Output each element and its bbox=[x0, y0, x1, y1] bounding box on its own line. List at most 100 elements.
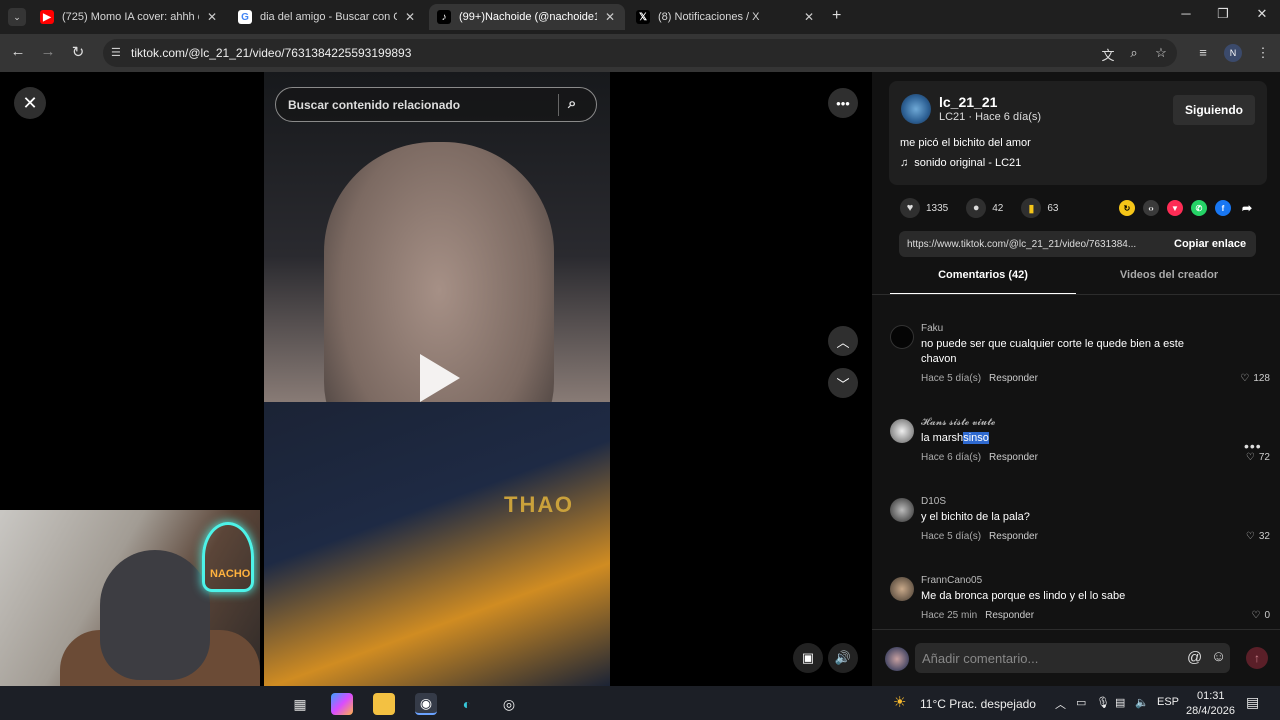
back-icon[interactable]: ← bbox=[8, 43, 28, 60]
notifications-icon[interactable]: ▤ bbox=[1246, 694, 1259, 711]
browser-menu-icon[interactable]: ⋮ bbox=[1254, 45, 1272, 61]
related-search-input[interactable]: Buscar contenido relacionado ⌕ bbox=[275, 87, 597, 122]
browser-tab-tiktok[interactable]: ♪ (99+)Nachoide (@nachoide1) | ✕ bbox=[429, 4, 625, 30]
mention-icon[interactable]: @ bbox=[1187, 649, 1202, 666]
browser-tab-x[interactable]: 𝕏 (8) Notificaciones / X ✕ bbox=[628, 4, 824, 30]
following-button[interactable]: Siguiendo bbox=[1173, 95, 1255, 125]
reply-button[interactable]: Responder bbox=[989, 452, 1038, 463]
network-icon[interactable]: ▤ bbox=[1115, 696, 1125, 709]
creator-username[interactable]: lc_21_21 bbox=[939, 94, 997, 110]
reload-icon[interactable]: ↻ bbox=[68, 43, 88, 61]
media-control-icon[interactable]: ≡ bbox=[1194, 45, 1212, 60]
tab-title: (8) Notificaciones / X bbox=[658, 11, 760, 23]
chrome-icon[interactable]: ◉ bbox=[415, 693, 437, 715]
comment-username[interactable]: D10S bbox=[921, 496, 946, 507]
comment-meta: Hace 6 día(s) Responder bbox=[921, 452, 1038, 463]
file-explorer-icon[interactable] bbox=[373, 693, 395, 715]
comment-input[interactable]: Añadir comentario... @ ☺ bbox=[915, 643, 1230, 673]
comment-avatar[interactable] bbox=[890, 498, 914, 522]
comment-username[interactable]: 𝓗𝓪𝓷𝓼 𝓼𝓲𝓼𝓽𝓮 𝓿𝓲𝓾𝓽𝓮 bbox=[921, 417, 995, 428]
emoji-icon[interactable]: ☺ bbox=[1211, 648, 1226, 665]
bookmark-star-icon[interactable]: ☆ bbox=[1152, 45, 1170, 61]
comment-avatar[interactable] bbox=[890, 577, 914, 601]
close-window-icon[interactable]: ✕ bbox=[1247, 6, 1277, 22]
site-info-icon[interactable]: ☰ bbox=[111, 46, 121, 59]
like-heart-icon[interactable]: ♥ bbox=[900, 198, 920, 218]
my-avatar bbox=[885, 647, 909, 671]
clock-date[interactable]: 28/4/2026 bbox=[1186, 705, 1235, 717]
tab-search-dropdown-button[interactable]: ⌄ bbox=[8, 8, 26, 26]
send-comment-icon[interactable]: ↑ bbox=[1246, 647, 1268, 669]
search-icon[interactable]: ⌕ bbox=[568, 95, 576, 112]
facebook-icon[interactable]: f bbox=[1215, 200, 1231, 216]
translate-icon[interactable]: 文 bbox=[1099, 45, 1117, 64]
edge-icon[interactable]: ◐ bbox=[456, 693, 478, 715]
speaker-icon[interactable]: 🔈 bbox=[1135, 696, 1149, 709]
divider bbox=[872, 294, 1280, 295]
comment-time: Hace 25 min bbox=[921, 610, 978, 621]
share-arrow-icon[interactable]: ➦ bbox=[1239, 200, 1255, 216]
comment-username[interactable]: Faku bbox=[921, 323, 943, 334]
send-to-friend-icon[interactable]: ▼ bbox=[1167, 200, 1183, 216]
repost-icon[interactable]: ↻ bbox=[1119, 200, 1135, 216]
floating-player-icon[interactable]: ▣ bbox=[793, 643, 823, 673]
comment-like[interactable]: ♡ 0 bbox=[1251, 610, 1270, 621]
new-tab-button[interactable]: + bbox=[832, 7, 841, 25]
sound-link[interactable]: ♫ sonido original - LC21 bbox=[900, 157, 1021, 169]
tab-comments[interactable]: Comentarios (42) bbox=[890, 269, 1076, 281]
copy-link-button[interactable]: Copiar enlace bbox=[1174, 238, 1246, 250]
comment-text: la marshsinso bbox=[921, 431, 1211, 446]
bookmark-icon[interactable]: ▮ bbox=[1021, 198, 1042, 218]
maximize-icon[interactable]: ❐ bbox=[1208, 6, 1238, 22]
close-tab-icon[interactable]: ✕ bbox=[205, 10, 219, 24]
comment-input-placeholder: Añadir comentario... bbox=[922, 650, 1039, 666]
comment-like[interactable]: ♡ 128 bbox=[1240, 373, 1270, 384]
next-video-icon[interactable]: ﹀ bbox=[828, 368, 858, 398]
close-video-icon[interactable]: ✕ bbox=[14, 87, 46, 119]
weather-icon[interactable]: ☀ bbox=[893, 693, 906, 711]
profile-avatar[interactable]: N bbox=[1224, 44, 1242, 62]
comment-username[interactable]: FrannCano05 bbox=[921, 575, 982, 586]
google-icon: G bbox=[238, 10, 252, 24]
copilot-icon[interactable] bbox=[331, 693, 353, 715]
share-link-url[interactable]: https://www.tiktok.com/@lc_21_21/video/7… bbox=[907, 239, 1161, 250]
creator-avatar[interactable] bbox=[901, 94, 931, 124]
tab-creator-videos[interactable]: Videos del creador bbox=[1076, 269, 1262, 281]
comment-bubble-icon[interactable]: ● bbox=[966, 198, 987, 218]
comment-like[interactable]: ♡ 32 bbox=[1246, 531, 1270, 542]
close-tab-icon[interactable]: ✕ bbox=[403, 10, 417, 24]
whatsapp-icon[interactable]: ✆ bbox=[1191, 200, 1207, 216]
more-options-icon[interactable]: ••• bbox=[828, 88, 858, 118]
reply-button[interactable]: Responder bbox=[985, 610, 1034, 621]
address-bar[interactable]: ☰ tiktok.com/@lc_21_21/video/76313842255… bbox=[103, 39, 1177, 67]
play-icon[interactable] bbox=[420, 354, 460, 402]
tray-app-icon[interactable]: ▭ bbox=[1076, 696, 1086, 709]
task-view-icon[interactable]: ▦ bbox=[289, 693, 311, 715]
obs-icon[interactable]: ◎ bbox=[498, 693, 520, 715]
weather-text[interactable]: 11°C Prac. despejado bbox=[920, 697, 1036, 711]
comment-avatar[interactable] bbox=[890, 419, 914, 443]
neon-light-icon bbox=[202, 522, 254, 592]
reply-button[interactable]: Responder bbox=[989, 531, 1038, 542]
browser-tab-youtube[interactable]: ▶ (725) Momo IA cover: ahhh de ✕ bbox=[32, 4, 227, 30]
embed-icon[interactable]: ‹› bbox=[1143, 200, 1159, 216]
microphone-icon[interactable]: 🎙 bbox=[1096, 696, 1110, 709]
close-tab-icon[interactable]: ✕ bbox=[603, 10, 617, 24]
forward-icon[interactable]: → bbox=[38, 43, 58, 60]
comment-avatar[interactable] bbox=[890, 325, 914, 349]
reply-button[interactable]: Responder bbox=[989, 373, 1038, 384]
tray-chevron-icon[interactable]: ︿ bbox=[1055, 696, 1066, 712]
comment-time: Hace 6 día(s) bbox=[921, 452, 982, 463]
close-tab-icon[interactable]: ✕ bbox=[802, 10, 816, 24]
tiktok-page: ТНАО ✕ Buscar contenido relacionado ⌕ ••… bbox=[0, 72, 1280, 686]
comment-more-icon[interactable]: ••• bbox=[1244, 438, 1262, 454]
volume-icon[interactable]: 🔊 bbox=[828, 643, 858, 673]
comment-item: 𝓗𝓪𝓷𝓼 𝓼𝓲𝓼𝓽𝓮 𝓿𝓲𝓾𝓽𝓮 la marshsinso Hace 6 dí… bbox=[890, 417, 1270, 487]
clock-time[interactable]: 01:31 bbox=[1197, 690, 1225, 702]
video-area: ТНАО ✕ Buscar contenido relacionado ⌕ ••… bbox=[0, 72, 872, 686]
language-indicator[interactable]: ESP bbox=[1157, 696, 1179, 708]
zoom-icon[interactable]: ⌕ bbox=[1125, 45, 1143, 61]
browser-tab-google[interactable]: G dia del amigo - Buscar con Goo ✕ bbox=[230, 4, 425, 30]
previous-video-icon[interactable]: ︿ bbox=[828, 326, 858, 356]
minimize-icon[interactable]: ─ bbox=[1171, 6, 1201, 21]
